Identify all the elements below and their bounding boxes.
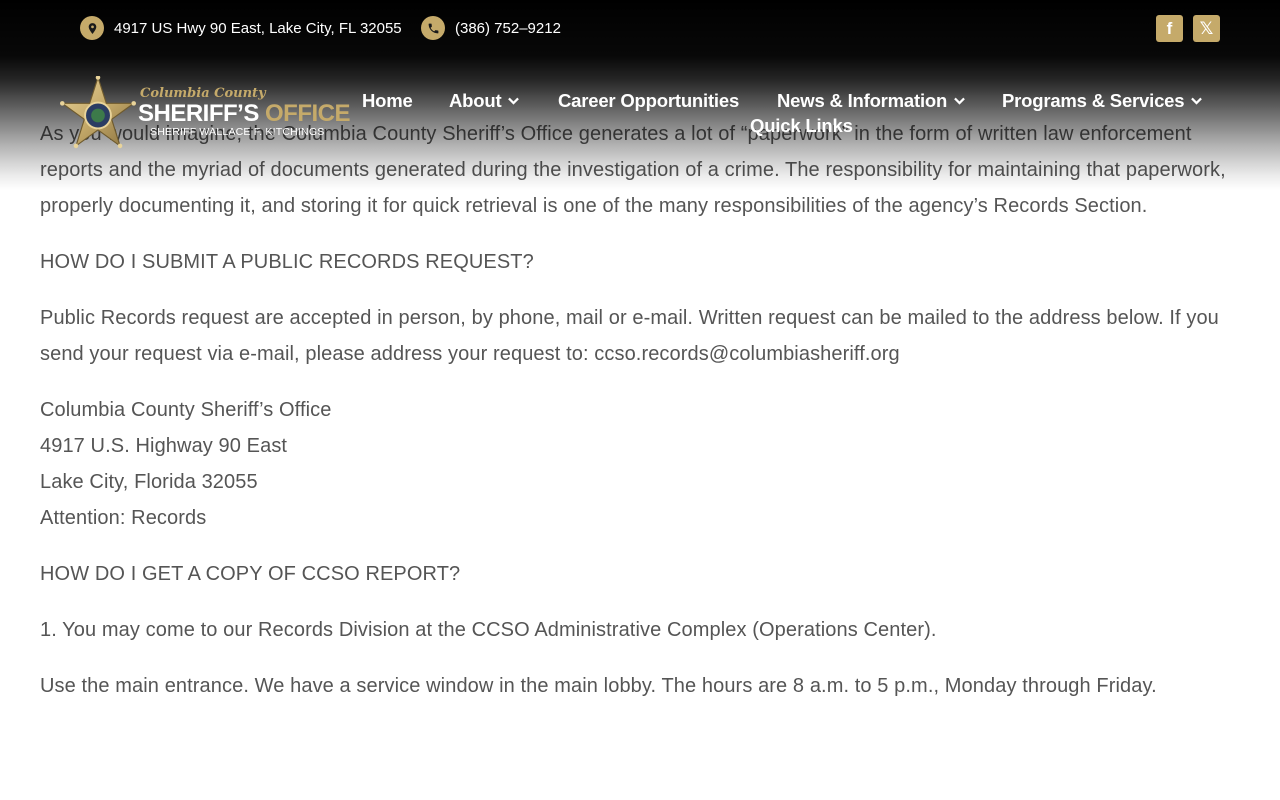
nav-item-programs-services[interactable]: Programs & Services — [1002, 90, 1203, 112]
chevron-down-icon — [1191, 97, 1203, 105]
nav-item-label: Programs & Services — [1002, 90, 1185, 111]
nav-item-about[interactable]: About — [449, 90, 520, 112]
faq-answer-hours: Use the main entrance. We have a service… — [40, 675, 1157, 697]
chevron-down-icon — [954, 97, 965, 105]
address-line: 4917 U.S. Highway 90 East — [40, 435, 288, 457]
phone-icon — [421, 16, 445, 40]
facebook-icon[interactable]: f — [1156, 15, 1183, 42]
faq-heading-public-records: HOW DO I SUBMIT A PUBLIC RECORDS REQUEST… — [40, 251, 534, 273]
map-pin-icon — [80, 16, 104, 40]
header-phone-text: (386) 752–9212 — [455, 19, 561, 37]
mailing-address: Columbia County Sheriff’s Office 4917 U.… — [40, 392, 1240, 536]
faq-answer-public-records: Public Records request are accepted in p… — [40, 307, 1219, 365]
nav-item-label: About — [449, 90, 502, 111]
main-nav: Home About Career Opportunities News & I… — [0, 90, 1280, 140]
address-line: Lake City, Florida 32055 — [40, 471, 258, 493]
nav-item-career-opportunities[interactable]: Career Opportunities — [558, 90, 739, 112]
nav-item-label: Quick Links — [750, 115, 853, 136]
main-content: As you would imagine, the Columbia Count… — [40, 116, 1240, 724]
nav-item-quick-links[interactable]: Quick Links — [750, 115, 853, 137]
header-address[interactable]: 4917 US Hwy 90 East, Lake City, FL 32055 — [80, 16, 402, 40]
nav-item-label: Career Opportunities — [558, 90, 740, 111]
nav-item-home[interactable]: Home — [362, 90, 413, 112]
faq-answer-report-copy: 1. You may come to our Records Division … — [40, 619, 937, 641]
address-line: Columbia County Sheriff’s Office — [40, 399, 332, 421]
nav-item-label: News & Information — [777, 90, 948, 111]
top-bar: 4917 US Hwy 90 East, Lake City, FL 32055… — [0, 0, 1280, 56]
x-twitter-icon[interactable]: 𝕏 — [1193, 15, 1220, 42]
faq-heading-report-copy: HOW DO I GET A COPY OF CCSO REPORT? — [40, 563, 461, 585]
nav-item-news-information[interactable]: News & Information — [777, 90, 965, 112]
header-phone[interactable]: (386) 752–9212 — [421, 16, 561, 40]
nav-item-label: Home — [362, 90, 413, 111]
address-line: Attention: Records — [40, 507, 207, 529]
header-address-text: 4917 US Hwy 90 East, Lake City, FL 32055 — [114, 19, 402, 37]
chevron-down-icon — [508, 97, 520, 105]
